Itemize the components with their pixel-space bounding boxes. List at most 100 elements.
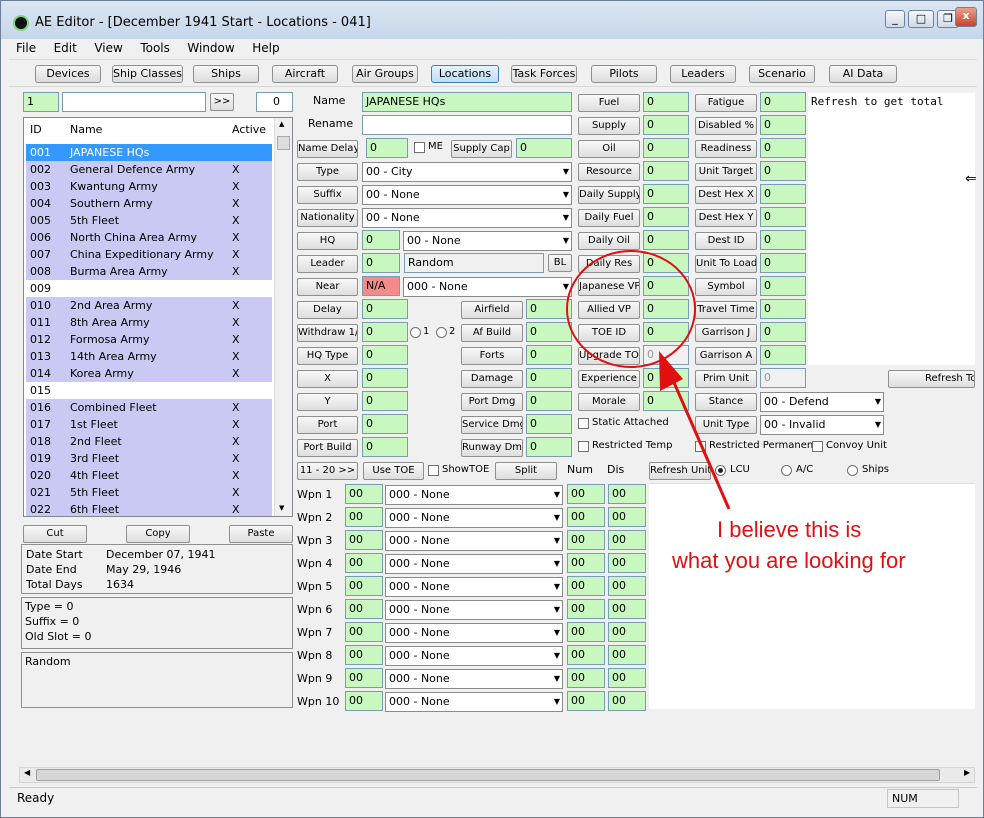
list-item[interactable]: 015 — [26, 382, 272, 399]
y-button[interactable]: Y — [297, 393, 358, 411]
list-item[interactable]: 011 8th Area Army X — [26, 314, 272, 331]
unit-target-field[interactable]: 0 — [760, 161, 806, 181]
leader-button[interactable]: Leader — [297, 255, 358, 273]
location-list[interactable]: ID Name Active 001 JAPANESE HQs 002 General… — [23, 117, 293, 517]
tab-ships[interactable]: Ships — [193, 65, 259, 83]
scroll-right-icon[interactable]: ▶ — [964, 768, 970, 777]
list-item[interactable]: 020 4th Fleet X — [26, 467, 272, 484]
list-item[interactable]: 006 North China Area Army X — [26, 229, 272, 246]
forts-button[interactable]: Forts — [461, 347, 523, 365]
symbol-field[interactable]: 0 — [760, 276, 806, 296]
weapon-num-field[interactable]: 00 — [567, 553, 605, 573]
copy-button[interactable]: Copy — [126, 525, 190, 543]
dest-hex-x-button[interactable]: Dest Hex X — [695, 186, 757, 204]
weapon-id-field[interactable]: 00 — [345, 668, 383, 688]
daily-supply-button[interactable]: Daily Supply — [578, 186, 640, 204]
leader-field[interactable]: 0 — [362, 253, 400, 273]
tab-devices[interactable]: Devices — [35, 65, 101, 83]
id-field[interactable]: 1 — [23, 92, 59, 112]
weapon-device-dropdown[interactable]: 000 - None ▼ — [385, 646, 563, 666]
delay-field[interactable]: 0 — [362, 299, 408, 319]
weapon-num-field[interactable]: 00 — [567, 691, 605, 711]
weapon-id-field[interactable]: 00 — [345, 576, 383, 596]
search-input[interactable] — [62, 92, 206, 112]
weapon-id-field[interactable]: 00 — [345, 484, 383, 504]
tab-pilots[interactable]: Pilots — [591, 65, 657, 83]
readiness-field[interactable]: 0 — [760, 138, 806, 158]
airfield-button[interactable]: Airfield — [461, 301, 523, 319]
list-item[interactable]: 017 1st Fleet X — [26, 416, 272, 433]
disabled-field[interactable]: 0 — [760, 115, 806, 135]
weapon-device-dropdown[interactable]: 000 - None ▼ — [385, 600, 563, 620]
minimize-icon[interactable]: _ — [885, 10, 905, 28]
x-field[interactable]: 0 — [362, 368, 408, 388]
list-item[interactable]: 009 — [26, 280, 272, 297]
supply-cap-button[interactable]: Supply Cap — [451, 140, 512, 158]
supply-button[interactable]: Supply — [578, 117, 640, 135]
type-dropdown[interactable]: 00 - City ▼ — [362, 162, 572, 182]
stance-dropdown[interactable]: 00 - Defend ▼ — [760, 392, 884, 412]
port-build-button[interactable]: Port Build — [297, 439, 358, 457]
readiness-button[interactable]: Readiness — [695, 140, 757, 158]
weapon-dis-field[interactable]: 00 — [608, 668, 646, 688]
damage-button[interactable]: Damage — [461, 370, 523, 388]
menu-help[interactable]: Help — [245, 39, 286, 57]
dest-hex-x-field[interactable]: 0 — [760, 184, 806, 204]
list-item[interactable]: 003 Kwantung Army X — [26, 178, 272, 195]
fatigue-button[interactable]: Fatigue — [695, 94, 757, 112]
menu-tools[interactable]: Tools — [133, 39, 177, 57]
oil-button[interactable]: Oil — [578, 140, 640, 158]
resource-field[interactable]: 0 — [643, 161, 689, 181]
weapon-dis-field[interactable]: 00 — [608, 622, 646, 642]
port-build-field[interactable]: 0 — [362, 437, 408, 457]
port-dmg-button[interactable]: Port Dmg — [461, 393, 523, 411]
list-item[interactable]: 022 6th Fleet X — [26, 501, 272, 516]
tab-aircraft[interactable]: Aircraft — [272, 65, 338, 83]
weapon-id-field[interactable]: 00 — [345, 553, 383, 573]
list-item[interactable]: 013 14th Area Army X — [26, 348, 272, 365]
suffix-button[interactable]: Suffix — [297, 186, 358, 204]
weapon-id-field[interactable]: 00 — [345, 530, 383, 550]
notes-area[interactable]: Refresh to get total — [808, 93, 975, 365]
weapon-device-dropdown[interactable]: 000 - None ▼ — [385, 485, 563, 505]
garrison-j-field[interactable]: 0 — [760, 322, 806, 342]
garrison-a-field[interactable]: 0 — [760, 345, 806, 365]
weapon-id-field[interactable]: 00 — [345, 599, 383, 619]
weapon-dis-field[interactable]: 00 — [608, 576, 646, 596]
col-header-name[interactable]: Name — [64, 118, 224, 142]
type-button[interactable]: Type — [297, 163, 358, 181]
withdraw-radio-2[interactable] — [436, 327, 447, 338]
weapon-num-field[interactable]: 00 — [567, 599, 605, 619]
weapon-id-field[interactable]: 00 — [345, 645, 383, 665]
weapon-dis-field[interactable]: 00 — [608, 553, 646, 573]
tab-ship-classes[interactable]: Ship Classes — [112, 65, 183, 83]
list-item[interactable]: 012 Formosa Army X — [26, 331, 272, 348]
ships-radio[interactable] — [847, 465, 858, 476]
hq-type-button[interactable]: HQ Type — [297, 347, 358, 365]
weapon-num-field[interactable]: 00 — [567, 576, 605, 596]
tab-scenario[interactable]: Scenario — [749, 65, 815, 83]
dest-hex-y-field[interactable]: 0 — [760, 207, 806, 227]
weapon-dis-field[interactable]: 00 — [608, 530, 646, 550]
tab-leaders[interactable]: Leaders — [670, 65, 736, 83]
oil-field[interactable]: 0 — [643, 138, 689, 158]
weapon-id-field[interactable]: 00 — [345, 691, 383, 711]
fuel-field[interactable]: 0 — [643, 92, 689, 112]
port-field[interactable]: 0 — [362, 414, 408, 434]
col-header-active[interactable]: Active — [226, 118, 276, 142]
weapon-device-dropdown[interactable]: 000 - None ▼ — [385, 508, 563, 528]
prim-unit-field[interactable]: 0 — [760, 368, 806, 388]
menu-view[interactable]: View — [87, 39, 129, 57]
ac-radio[interactable] — [781, 465, 792, 476]
list-item[interactable]: 007 China Expeditionary Army X — [26, 246, 272, 263]
nationality-button[interactable]: Nationality — [297, 209, 358, 227]
maximize-icon[interactable]: □ — [908, 10, 934, 28]
weapon-num-field[interactable]: 00 — [567, 530, 605, 550]
scroll-thumb[interactable] — [277, 136, 290, 150]
paste-button[interactable]: Paste — [229, 525, 293, 543]
split-button[interactable]: Split — [495, 462, 557, 480]
convoy-unit-checkbox[interactable] — [812, 441, 823, 452]
list-item[interactable]: 021 5th Fleet X — [26, 484, 272, 501]
tab-task-forces[interactable]: Task Forces — [511, 65, 577, 83]
scroll-thumb-h[interactable] — [36, 769, 940, 781]
